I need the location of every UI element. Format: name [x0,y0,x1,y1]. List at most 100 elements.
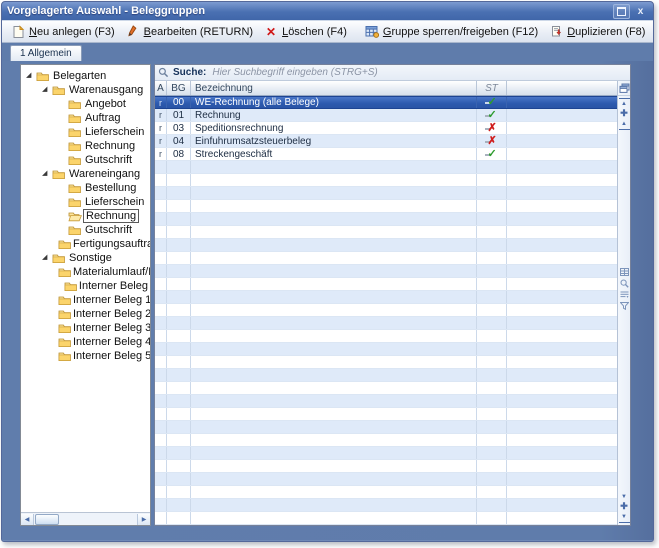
titlebar[interactable]: Vorgelagerte Auswahl - Beleggruppen x [2,2,653,20]
tree-item-label: Rechnung [85,140,136,152]
scroll-right-icon[interactable]: ▶ [137,513,150,525]
tree-item[interactable]: ◢ Warenausgang [21,83,150,97]
column-header-bg[interactable]: BG [167,81,191,95]
grid-scroll-strip[interactable]: ▲ ✚ ▲ ▼ ✚ ▼ [617,81,630,525]
row-marker: r [155,135,167,147]
search-input[interactable] [210,66,627,79]
status-cross-icon [484,135,499,147]
search-label: Suche: [173,67,207,78]
folder-icon [58,295,71,306]
tree-item-label: Materialumlauf/Reparatur [73,266,150,278]
grid-search-row[interactable]: Suche: [155,65,630,81]
table-row[interactable]: r 04 Einfuhrumsatzsteuerbeleg [155,135,617,148]
tree-item[interactable]: ◢ Sonstige [21,251,150,265]
grid-side-tools [619,268,629,310]
tree-item[interactable]: Angebot [21,97,150,111]
tree-item-label: Belegarten [53,70,107,82]
table-row[interactable]: r 03 Speditionsrechnung [155,122,617,135]
scroll-left-icon[interactable]: ◀ [21,513,34,525]
tree-item[interactable]: Bestellung [21,181,150,195]
new-button-label: Neu anlegen (F3) [29,25,115,38]
grid-filler-rows [155,161,617,525]
tree-item[interactable]: ◢ Belegarten [21,69,150,83]
tree-item[interactable]: Interner Beleg 3 (PPS) [21,321,150,335]
tree-item[interactable]: Lieferschein [21,195,150,209]
expander-icon[interactable]: ◢ [42,169,52,179]
tree-item[interactable]: Interner Beleg 4 (PPS) [21,335,150,349]
close-icon[interactable]: x [633,5,648,18]
folder-icon [52,85,67,96]
empty-row [155,460,617,473]
empty-row [155,447,617,460]
tree-panel: ◢ Belegarten ◢ Warenausgang Angebot Auftrag Li… [20,64,151,526]
empty-row [155,486,617,499]
new-button[interactable]: Neu anlegen (F3) [6,24,120,40]
empty-row [155,317,617,330]
tabstrip: 1 Allgemein [2,43,653,61]
delete-button[interactable]: ✕ Löschen (F4) [259,24,352,40]
tree-item[interactable]: Auftrag [21,111,150,125]
zoom-row-icon[interactable] [620,279,629,288]
table-row[interactable]: r 01 Rechnung [155,109,617,122]
row-lines-icon[interactable] [620,291,629,299]
table-row[interactable]: r 00 WE-Rechnung (alle Belege) [155,96,617,109]
tree-item-label: Auftrag [85,112,121,124]
empty-row [155,161,617,174]
open-folder-icon [68,211,83,222]
tree-item[interactable]: Materialumlauf/Reparatur [21,265,150,279]
tree-item-label: Fertigungsauftrag (PPS) [73,238,151,250]
folder-icon [58,337,71,348]
tree-item[interactable]: Interner Beleg 5 (PPS) [21,349,150,363]
empty-row [155,408,617,421]
tree-item[interactable]: Interner Beleg 2 (PPS) [21,307,150,321]
empty-row [155,343,617,356]
tab-allgemein[interactable]: 1 Allgemein [10,45,82,61]
empty-row [155,512,617,525]
column-chooser-icon[interactable] [618,81,630,96]
tree-item[interactable]: ◢ Wareneingang [21,167,150,181]
tree-item[interactable]: Gutschrift [21,223,150,237]
app-window: Vorgelagerte Auswahl - Beleggruppen x Ne… [1,1,654,542]
tree-item-label: Lieferschein [85,196,145,208]
tree-item[interactable]: Fertigungsauftrag (PPS) [21,237,150,251]
grid-view-icon[interactable] [619,268,629,276]
tree-item[interactable]: Rechnung [21,209,150,223]
empty-row [155,200,617,213]
scroll-center2-icon[interactable]: ✚ [619,502,630,512]
scroll-page-up-icon[interactable]: ▲ [618,119,630,130]
tree-item[interactable]: Interner Beleg 1 (PPS) [21,293,150,307]
empty-row [155,395,617,408]
expander-icon[interactable]: ◢ [26,71,36,81]
tree-item[interactable]: Gutschrift [21,153,150,167]
tree-item-label: Lieferschein [85,126,145,138]
tree-item[interactable]: Lieferschein [21,125,150,139]
tree-item[interactable]: Interner Beleg [21,279,150,293]
filter-icon[interactable] [619,302,629,310]
status-check-icon [484,148,499,160]
tree-horizontal-scrollbar[interactable]: ◀ ▶ [21,512,150,525]
edit-button[interactable]: Bearbeiten (RETURN) [121,24,258,40]
row-bg: 08 [167,148,191,160]
lock-group-button[interactable]: Gruppe sperren/freigeben (F12) [360,24,543,40]
empty-row [155,304,617,317]
delete-x-icon: ✕ [266,24,277,39]
row-bg: 01 [167,109,191,121]
tree-item-label: Bestellung [85,182,137,194]
duplicate-button[interactable]: Duplizieren (F8) [544,24,650,40]
delete-button-label: Löschen (F4) [282,25,347,38]
folder-icon [68,183,83,194]
column-header-st[interactable]: ST [477,81,507,95]
scrollbar-thumb[interactable] [35,513,59,525]
table-row[interactable]: r 08 Streckengeschäft [155,148,617,161]
scroll-center-icon[interactable]: ✚ [619,109,630,119]
column-header-bezeichnung[interactable]: Bezeichnung [191,81,477,95]
expander-icon[interactable]: ◢ [42,253,52,263]
empty-row [155,356,617,369]
row-name: Streckengeschäft [191,148,477,160]
duplicate-button-label: Duplizieren (F8) [567,25,646,38]
tree-item[interactable]: Rechnung [21,139,150,153]
column-header-a[interactable]: A [155,81,167,95]
expander-icon[interactable]: ◢ [42,85,52,95]
scroll-to-bottom-icon[interactable]: ▼ [618,512,630,523]
restore-icon[interactable] [613,3,630,19]
